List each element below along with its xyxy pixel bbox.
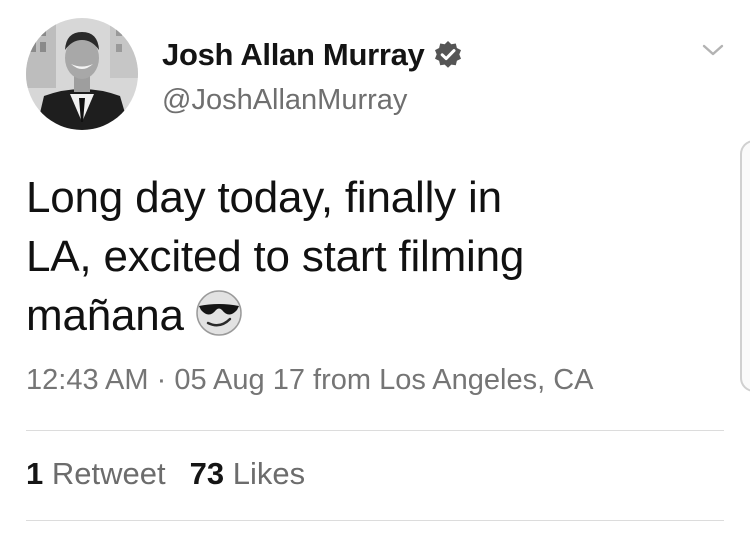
author-handle[interactable]: @JoshAllanMurray xyxy=(162,84,407,117)
tweet-metadata: 12:43 AM · 05 Aug 17 from Los Angeles, C… xyxy=(26,364,594,397)
verified-badge-icon xyxy=(433,40,463,70)
tweet-screen: Josh Allan Murray @JoshAllanMurray Long … xyxy=(0,0,750,549)
tweet-location[interactable]: Los Angeles, CA xyxy=(379,364,593,396)
author-name-row: Josh Allan Murray xyxy=(162,34,463,76)
tweet-time: 12:43 AM xyxy=(26,364,149,396)
location-prefix: from xyxy=(313,364,372,396)
sunglasses-emoji-icon xyxy=(194,288,244,338)
tweet-date: 05 Aug 17 xyxy=(174,364,305,396)
retweet-count: 1 xyxy=(26,456,44,491)
tweet-text-line: mañana xyxy=(26,291,184,340)
likes-stat[interactable]: 73 Likes xyxy=(190,456,305,491)
retweets-stat[interactable]: 1 Retweet xyxy=(26,456,166,491)
tweet-text-line: LA, excited to start filming xyxy=(26,232,525,281)
avatar[interactable] xyxy=(26,18,138,130)
tweet-text-line: Long day today, finally in xyxy=(26,173,502,222)
tweet-text-line-last: mañana xyxy=(26,286,636,345)
chevron-down-icon[interactable] xyxy=(700,40,726,60)
author-display-name[interactable]: Josh Allan Murray xyxy=(162,37,425,73)
divider xyxy=(26,520,724,521)
like-label: Likes xyxy=(232,456,306,491)
engagement-stats: 1 Retweet 73 Likes xyxy=(26,456,305,492)
meta-separator: · xyxy=(156,364,167,396)
scroll-handle[interactable] xyxy=(740,140,750,392)
divider xyxy=(26,430,724,431)
retweet-label: Retweet xyxy=(51,456,166,491)
tweet-text: Long day today, finally in LA, excited t… xyxy=(26,168,636,345)
like-count: 73 xyxy=(189,456,225,491)
avatar-photo xyxy=(26,18,138,130)
